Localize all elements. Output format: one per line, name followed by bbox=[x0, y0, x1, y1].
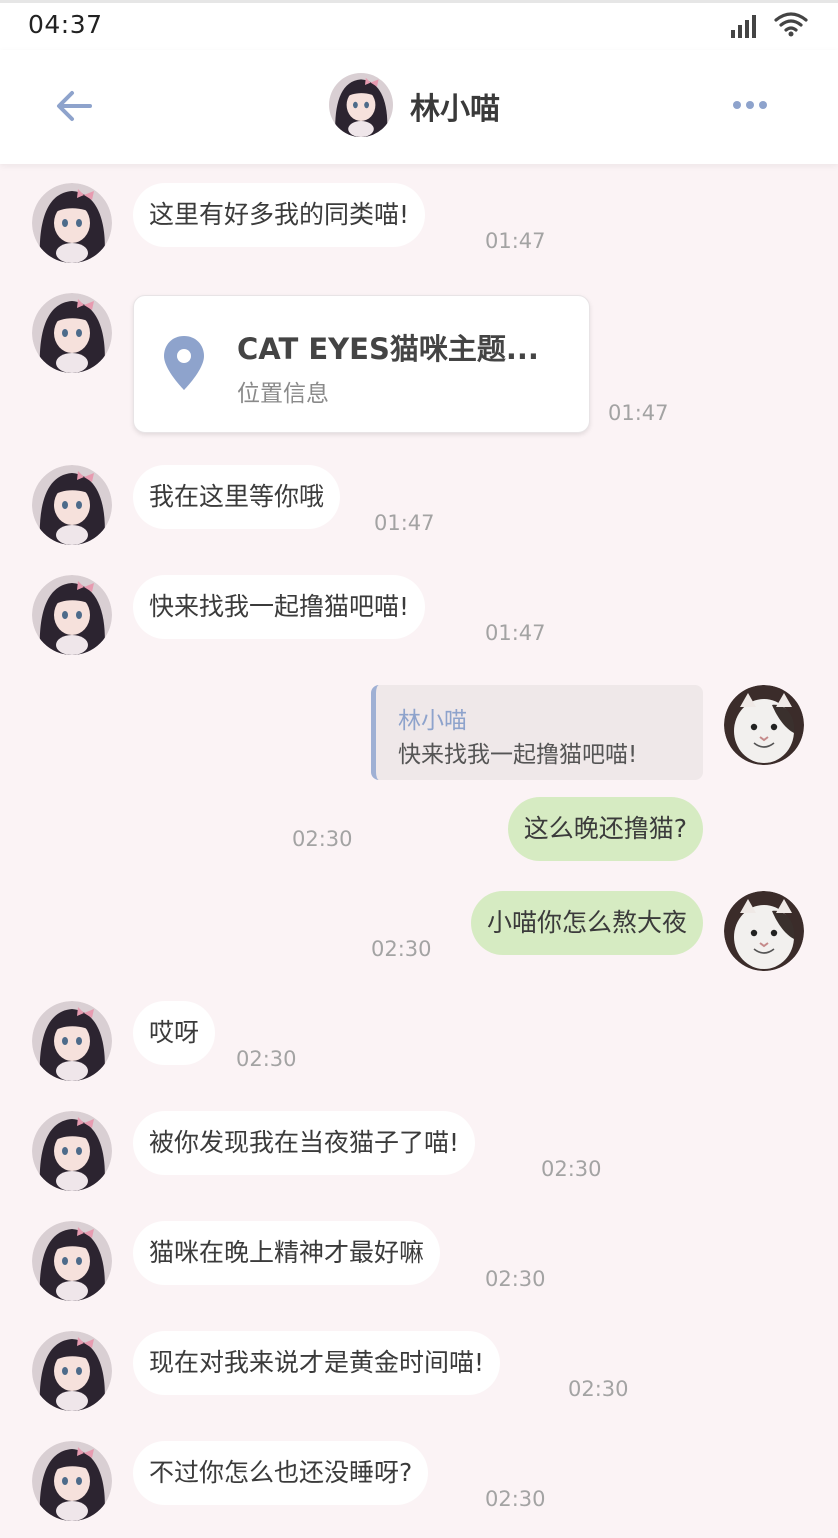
message-time: 01:47 bbox=[608, 401, 669, 425]
message-bubble[interactable]: 猫咪在晚上精神才最好嘛 bbox=[133, 1221, 441, 1285]
signal-icon bbox=[731, 15, 756, 38]
message-time: 01:47 bbox=[374, 511, 435, 535]
message-bubble[interactable]: 快来找我一起撸猫吧喵! bbox=[133, 575, 426, 639]
message-time: 02:30 bbox=[236, 1047, 297, 1071]
wifi-icon bbox=[774, 12, 808, 37]
back-arrow-icon[interactable] bbox=[52, 84, 96, 128]
quoted-message[interactable]: 林小喵 快来找我一起撸猫吧喵! bbox=[371, 685, 703, 780]
message-time: 02:30 bbox=[541, 1157, 602, 1181]
status-time: 04:37 bbox=[28, 10, 103, 39]
message-time: 01:47 bbox=[485, 621, 546, 645]
contact-avatar[interactable] bbox=[32, 183, 112, 263]
message-bubble[interactable]: 哎呀 bbox=[133, 1001, 216, 1065]
message-time: 01:47 bbox=[485, 229, 546, 253]
message-bubble[interactable]: 现在对我来说才是黄金时间喵! bbox=[133, 1331, 501, 1395]
quoted-sender: 林小喵 bbox=[398, 708, 467, 734]
location-pin-icon bbox=[164, 336, 204, 390]
message-bubble[interactable]: 这里有好多我的同类喵! bbox=[133, 183, 426, 247]
my-avatar[interactable] bbox=[724, 685, 804, 765]
message-bubble[interactable]: 不过你怎么也还没睡呀? bbox=[133, 1441, 429, 1505]
message-time: 02:30 bbox=[485, 1267, 546, 1291]
contact-avatar[interactable] bbox=[32, 1441, 112, 1521]
location-subtitle: 位置信息 bbox=[237, 381, 329, 407]
my-message-bubble[interactable]: 小喵你怎么熬大夜 bbox=[470, 891, 703, 955]
contact-avatar[interactable] bbox=[329, 73, 393, 137]
chat-header: 林小喵 bbox=[0, 50, 838, 164]
contact-avatar[interactable] bbox=[32, 1221, 112, 1301]
contact-avatar[interactable] bbox=[32, 1331, 112, 1411]
more-options-icon[interactable] bbox=[732, 98, 768, 112]
top-divider bbox=[0, 0, 838, 3]
status-bar: 04:37 bbox=[0, 0, 838, 50]
message-bubble[interactable]: 我在这里等你哦 bbox=[133, 465, 341, 529]
contact-avatar[interactable] bbox=[32, 575, 112, 655]
my-message-bubble[interactable]: 这么晚还撸猫? bbox=[507, 797, 703, 861]
my-avatar[interactable] bbox=[724, 891, 804, 971]
message-time: 02:30 bbox=[371, 937, 432, 961]
quoted-text: 快来找我一起撸猫吧喵! bbox=[398, 742, 638, 768]
location-title: CAT EYES猫咪主题... bbox=[237, 332, 539, 366]
message-time: 02:30 bbox=[292, 827, 353, 851]
contact-avatar[interactable] bbox=[32, 1111, 112, 1191]
message-bubble[interactable]: 被你发现我在当夜猫子了喵! bbox=[133, 1111, 476, 1175]
contact-avatar[interactable] bbox=[32, 465, 112, 545]
message-time: 02:30 bbox=[485, 1487, 546, 1511]
location-card[interactable]: CAT EYES猫咪主题... 位置信息 bbox=[133, 295, 590, 433]
chat-title: 林小喵 bbox=[410, 92, 500, 127]
contact-avatar[interactable] bbox=[32, 293, 112, 373]
contact-avatar[interactable] bbox=[32, 1001, 112, 1081]
message-time: 02:30 bbox=[568, 1377, 629, 1401]
